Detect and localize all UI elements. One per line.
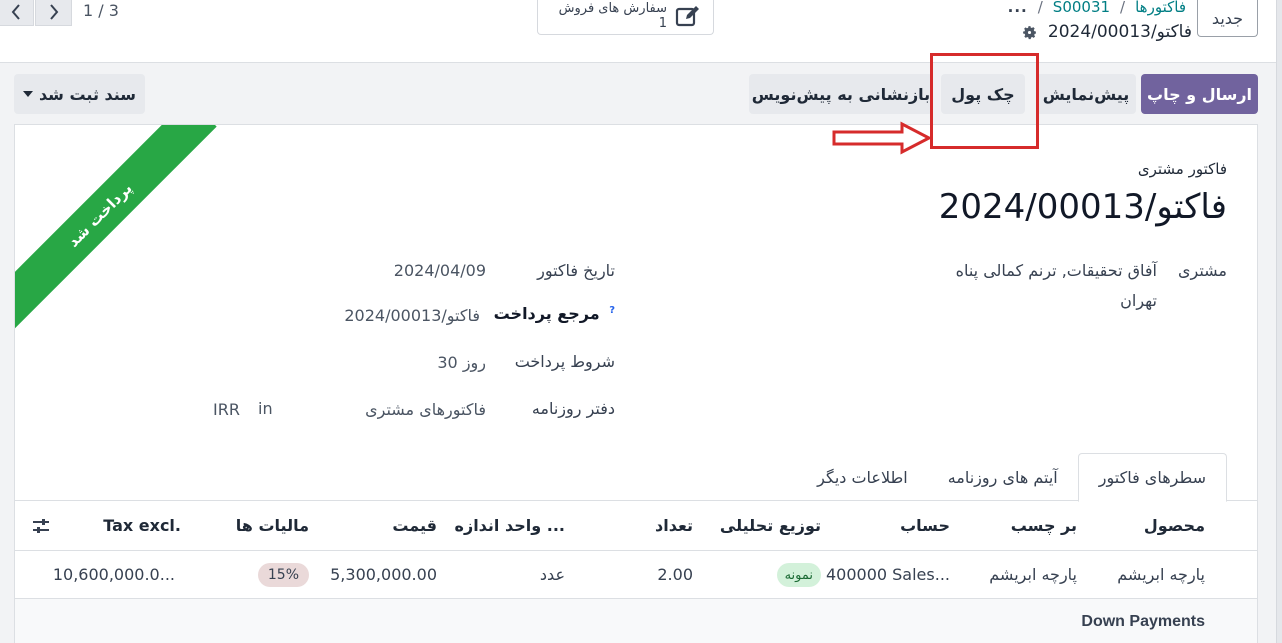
status-label: سند ثبت شد bbox=[38, 84, 137, 104]
optional-columns-icon[interactable] bbox=[31, 516, 51, 536]
payment-terms-label: شروط پرداخت bbox=[514, 352, 615, 371]
journal-in-label: in bbox=[258, 399, 273, 418]
section-down-payments: Down Payments bbox=[1081, 613, 1205, 630]
breadcrumb: فاکتورها / S00031 / ... bbox=[1008, 0, 1186, 17]
preview-button[interactable]: پیش‌نمایش bbox=[1036, 74, 1136, 114]
tax-tag[interactable]: 15% bbox=[257, 563, 309, 587]
chevron-right-icon bbox=[49, 3, 58, 20]
payment-reference-label-text: مرجع پرداخت bbox=[493, 304, 600, 323]
cell-subtotal: 10,600,000.0... bbox=[52, 565, 175, 584]
column-analytic[interactable]: توزیع تحلیلی bbox=[720, 516, 821, 535]
invoice-date-field[interactable]: 2024/04/09 bbox=[394, 261, 486, 280]
cell-account[interactable]: 400000 Sales... bbox=[826, 565, 950, 584]
breadcrumb-more[interactable]: ... bbox=[1008, 0, 1028, 16]
invoice-type-label: فاکتور مشتری bbox=[1137, 160, 1227, 178]
payment-reference-field[interactable]: فاکتو/2024/00013 bbox=[344, 306, 480, 325]
record-name: فاکتو/2024/00013 bbox=[1047, 22, 1192, 42]
breadcrumb-separator: / bbox=[1120, 0, 1126, 16]
breadcrumb-sales-order[interactable]: S00031 bbox=[1053, 0, 1110, 16]
breadcrumb-separator: / bbox=[1037, 0, 1043, 16]
cell-uom[interactable]: عدد bbox=[540, 565, 565, 584]
notebook-tabs: سطرهای فاکتور آیتم های روزنامه اطلاعات د… bbox=[797, 452, 1227, 502]
record-title-line: فاکتو/2024/00013 bbox=[1021, 20, 1192, 44]
cell-price[interactable]: 5,300,000.00 bbox=[330, 565, 437, 584]
cell-quantity[interactable]: 2.00 bbox=[657, 565, 693, 584]
customer-label: مشتری bbox=[1177, 261, 1227, 280]
journal-label: دفتر روزنامه bbox=[531, 399, 615, 418]
section-row[interactable]: Down Payments bbox=[15, 599, 1257, 643]
tab-invoice-lines[interactable]: سطرهای فاکتور bbox=[1077, 453, 1227, 502]
help-tooltip-icon[interactable]: ? bbox=[609, 305, 615, 316]
invoice-title: فاکتو/2024/00013 bbox=[938, 187, 1227, 227]
paid-ribbon: پرداخت شد bbox=[15, 125, 217, 332]
sales-orders-label: سفارش های فروش bbox=[558, 1, 667, 16]
customer-city: تهران bbox=[1120, 291, 1157, 310]
customer-name[interactable]: آفاق تحقیقات, ترنم کمالی پناه bbox=[956, 261, 1157, 280]
send-print-button[interactable]: ارسال و چاپ bbox=[1141, 74, 1258, 114]
column-label[interactable]: بر چسب bbox=[1011, 516, 1077, 535]
column-account[interactable]: حساب bbox=[900, 516, 950, 535]
reset-to-draft-button[interactable]: بازنشانی به پیش‌نویس bbox=[749, 74, 933, 114]
invoice-sheet: پرداخت شد فاکتور مشتری فاکتو/2024/00013 … bbox=[14, 124, 1258, 643]
breadcrumb-invoices[interactable]: فاکتورها bbox=[1135, 0, 1186, 16]
cell-product[interactable]: پارچه ابریشم bbox=[1117, 565, 1205, 584]
highlight-box bbox=[930, 53, 1039, 149]
table-header: محصول بر چسب حساب توزیع تحلیلی تعداد واح… bbox=[15, 501, 1257, 551]
column-product[interactable]: محصول bbox=[1144, 516, 1205, 535]
payment-terms-field[interactable]: 30 روز bbox=[437, 353, 486, 372]
arrow-right-icon bbox=[832, 121, 932, 155]
column-uom[interactable]: واحد اندازه ... bbox=[455, 516, 565, 535]
analytic-tag[interactable]: نمونه bbox=[776, 563, 821, 587]
pager-value[interactable]: 1 / 3 bbox=[83, 1, 119, 20]
sales-orders-smart-button[interactable]: سفارش های فروش 1 bbox=[537, 0, 714, 35]
currency-field[interactable]: IRR bbox=[213, 400, 240, 419]
sales-orders-text: سفارش های فروش 1 bbox=[559, 1, 667, 31]
pager-next-button[interactable] bbox=[35, 0, 72, 26]
column-subtotal[interactable]: Tax excl. bbox=[103, 516, 181, 535]
cell-label[interactable]: پارچه ابریشم bbox=[989, 565, 1077, 584]
column-taxes[interactable]: مالیات ها bbox=[236, 516, 309, 535]
pager-previous-button[interactable] bbox=[0, 0, 34, 26]
tab-other-info[interactable]: اطلاعات دیگر bbox=[797, 453, 928, 501]
chevron-left-icon bbox=[11, 3, 20, 20]
journal-field[interactable]: فاکتورهای مشتری bbox=[365, 400, 486, 419]
control-panel: جدید فاکتورها / S00031 / ... فاکتو/2024/… bbox=[0, 0, 1282, 63]
table-row[interactable]: پارچه ابریشم پارچه ابریشم 400000 Sales..… bbox=[15, 551, 1257, 599]
caret-down-icon bbox=[22, 91, 33, 97]
sales-orders-count: 1 bbox=[658, 16, 667, 31]
invoice-date-label: تاریخ فاکتور bbox=[537, 261, 615, 280]
status-dropdown[interactable]: سند ثبت شد bbox=[14, 74, 145, 114]
column-quantity[interactable]: تعداد bbox=[655, 516, 693, 535]
edit-icon bbox=[675, 6, 699, 27]
gear-icon[interactable] bbox=[1021, 24, 1038, 41]
new-button[interactable]: جدید bbox=[1197, 0, 1258, 37]
tab-journal-items[interactable]: آیتم های روزنامه bbox=[928, 453, 1078, 501]
column-price[interactable]: قیمت bbox=[392, 516, 437, 535]
scrollbar[interactable] bbox=[1276, 0, 1282, 643]
payment-reference-label: مرجع پرداخت ? bbox=[494, 304, 615, 323]
